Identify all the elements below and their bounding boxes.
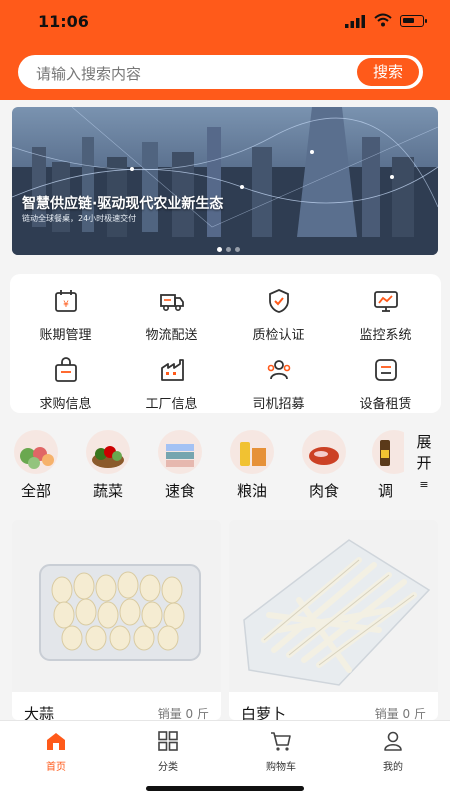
tab-category[interactable]: 分类 (138, 730, 198, 773)
category-grain-oil-image (230, 430, 274, 474)
service-label: 设备租赁 (359, 397, 412, 412)
status-time: 11:06 (38, 12, 89, 31)
product-name: 大蒜 (24, 705, 55, 720)
expand-label-line2: 开 (416, 454, 432, 472)
service-label: 求购信息 (39, 397, 92, 412)
service-logistics[interactable]: 物流配送 (118, 288, 225, 343)
city-skyline-illustration (12, 107, 438, 255)
expand-label-line1: 展 (416, 433, 432, 451)
search-bar[interactable]: 请输入搜索内容 搜索 (18, 55, 423, 89)
svg-text:¥: ¥ (63, 300, 69, 310)
pagination-dot (235, 247, 240, 252)
cellular-signal-icon (345, 15, 365, 28)
cart-icon (271, 732, 291, 751)
service-label: 质检认证 (252, 328, 305, 343)
tab-label: 购物车 (266, 762, 296, 773)
list-icon: ≡ (419, 478, 429, 491)
calendar-yen-icon: ¥ (54, 290, 77, 312)
service-quality-cert[interactable]: 质检认证 (225, 288, 332, 343)
battery-tip (425, 19, 427, 23)
grid-icon (158, 731, 178, 751)
shopping-bag-icon (54, 357, 77, 382)
category-meat[interactable]: 肉食 (296, 430, 352, 501)
category-label: 蔬菜 (92, 482, 123, 500)
category-fast-food-image (158, 430, 202, 474)
service-label: 物流配送 (145, 328, 198, 343)
product-sales: 销量 0 斤 (157, 707, 209, 720)
home-icon (47, 733, 65, 750)
tab-label: 分类 (158, 762, 178, 773)
pagination-dot (217, 247, 222, 252)
truck-icon (159, 294, 184, 311)
category-fast-food[interactable]: 速食 (152, 430, 208, 501)
service-purchase-info[interactable]: 求购信息 (12, 357, 119, 412)
product-card[interactable]: 白萝卜 销量 0 斤 (229, 520, 438, 720)
category-meat-image (302, 430, 346, 474)
tab-cart[interactable]: 购物车 (251, 730, 311, 773)
search-button[interactable]: 搜索 (357, 58, 419, 86)
product-name: 白萝卜 (241, 705, 287, 720)
category-label: 全部 (20, 482, 51, 500)
category-label: 调 (378, 482, 394, 500)
product-sales: 销量 0 斤 (374, 707, 426, 720)
service-label: 监控系统 (359, 328, 412, 343)
tab-label: 我的 (383, 762, 403, 773)
banner-pagination (217, 237, 244, 255)
category-seasoning-image (372, 430, 404, 474)
banner-title: 智慧供应链·驱动现代农业新生态 (22, 196, 224, 212)
category-label: 肉食 (308, 482, 339, 500)
category-vegetables-image (86, 430, 130, 474)
wifi-icon (374, 13, 392, 27)
monitor-chart-icon (373, 291, 398, 312)
home-indicator (146, 786, 304, 791)
service-label: 工厂信息 (145, 397, 198, 412)
category-vegetables[interactable]: 蔬菜 (80, 430, 136, 501)
device-icon (374, 359, 397, 381)
battery-icon (400, 15, 424, 27)
category-seasoning[interactable]: 调 (368, 430, 404, 501)
people-icon (267, 360, 290, 380)
service-label: 司机招募 (252, 397, 305, 412)
status-bar: 11:06 (0, 0, 450, 44)
service-grid: ¥ 账期管理 物流配送 质检认证 监控系统 求购信息 工厂信息 司机招募 设备租… (10, 274, 441, 413)
pagination-dot (226, 247, 231, 252)
expand-categories-button[interactable]: 展 开 ≡ (412, 432, 436, 495)
product-card[interactable]: 大蒜 销量 0 斤 (12, 520, 221, 720)
search-input[interactable]: 请输入搜索内容 (36, 63, 141, 84)
promo-banner[interactable]: 智慧供应链·驱动现代农业新生态 链动全球餐桌，24小时极速交付 (12, 107, 438, 255)
service-factory-info[interactable]: 工厂信息 (118, 357, 225, 412)
service-equipment-rental[interactable]: 设备租赁 (332, 357, 439, 412)
shield-check-icon (268, 289, 289, 313)
tab-label: 首页 (46, 762, 66, 773)
tab-home[interactable]: 首页 (26, 730, 86, 773)
service-label: 账期管理 (39, 328, 92, 343)
banner-subtitle: 链动全球餐桌，24小时极速交付 (22, 214, 137, 223)
product-image-garlic (12, 520, 221, 692)
category-all[interactable]: 全部 (8, 430, 64, 501)
factory-icon (160, 359, 184, 381)
category-grain-oil[interactable]: 粮油 (224, 430, 280, 501)
category-strip: 全部 蔬菜 速食 粮油 肉食 调 (0, 430, 450, 500)
service-billing-period[interactable]: ¥ 账期管理 (12, 288, 119, 343)
category-all-image (14, 430, 58, 474)
service-driver-recruit[interactable]: 司机招募 (225, 357, 332, 412)
user-icon (384, 731, 402, 751)
product-image-white-radish (229, 520, 438, 692)
category-label: 粮油 (236, 482, 267, 500)
category-label: 速食 (164, 482, 195, 500)
service-monitoring[interactable]: 监控系统 (332, 288, 439, 343)
tab-profile[interactable]: 我的 (363, 730, 423, 773)
